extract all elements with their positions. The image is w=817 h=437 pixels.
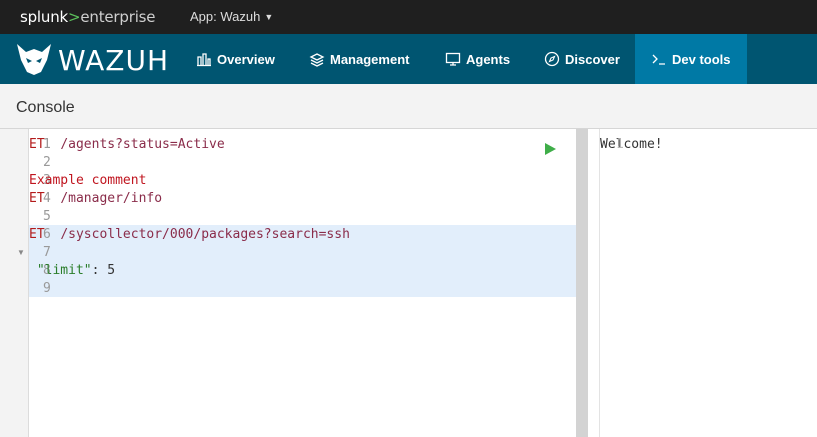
code-line[interactable]: 2 [29, 154, 576, 172]
compass-icon [544, 51, 560, 67]
nav-overview-label: Overview [217, 51, 275, 67]
nav-dev-tools[interactable]: Dev tools [635, 34, 747, 84]
fold-toggle-icon[interactable]: ▼ [17, 248, 25, 257]
code-line[interactable]: 6 ET /syscollector/000/packages?search=ss… [29, 226, 576, 244]
code-token: ET [29, 191, 45, 206]
code-line[interactable]: 5 [29, 208, 576, 226]
wolf-icon [17, 44, 51, 75]
chart-icon [197, 53, 211, 67]
line-number: 7 [43, 245, 51, 260]
monitor-icon [445, 52, 461, 66]
pane-resize-handle[interactable] [576, 129, 588, 437]
nav-management[interactable]: Management [309, 34, 409, 84]
code-line[interactable]: 9 [29, 280, 576, 298]
code-line[interactable]: 4 ET /manager/info [29, 190, 576, 208]
nav-discover-label: Discover [565, 51, 620, 67]
output-gutter [588, 129, 600, 437]
wazuh-logo[interactable]: WAZUH [14, 42, 170, 77]
logo-text: WAZUH [58, 44, 170, 77]
code-token: : 5 [91, 263, 116, 278]
app-menu-label: App: Wazuh [190, 9, 261, 24]
code-token: Example comment [29, 173, 147, 188]
nav-management-label: Management [330, 51, 410, 67]
caret-down-icon: ▼ [264, 12, 274, 22]
wazuh-navbar: WAZUH Overview Management Agents Discove… [0, 34, 817, 84]
code-token: ET [29, 137, 45, 152]
code-token: /manager/info [60, 191, 163, 206]
code-token: ET [29, 227, 45, 242]
code-text: ET /agents?status=Active [29, 136, 225, 154]
code-token: "limit" [36, 263, 92, 278]
nav-agents[interactable]: Agents [445, 34, 510, 84]
code-line[interactable]: 3 Example comment [29, 172, 576, 190]
code-text: ET /syscollector/000/packages?search=ssh [29, 226, 350, 244]
code-text: Example comment [29, 172, 146, 190]
output-text: Welcome! [600, 137, 663, 152]
code-text: "limit": 5 [29, 262, 115, 280]
code-line[interactable]: 7 [29, 244, 576, 262]
code-token: /agents?status=Active [60, 137, 225, 152]
console-editor[interactable]: 1 ET /agents?status=Active 2 3 Example comme… [28, 129, 576, 437]
terminal-icon [652, 54, 665, 65]
code-text: ET /manager/info [29, 190, 162, 208]
stack-icon [309, 53, 325, 67]
code-token: /syscollector/000/packages?search=ssh [60, 227, 350, 242]
splunk-enterprise-logo[interactable]: splunk>enterprise [20, 8, 156, 26]
line-number: 9 [43, 281, 51, 296]
page-title: Console [16, 99, 75, 116]
code-line[interactable]: 1 ET /agents?status=Active [29, 136, 576, 154]
code-line[interactable]: 8 "limit": 5 [29, 262, 576, 280]
splunk-topbar: splunk>enterprise App: Wazuh ▼ [0, 0, 817, 34]
nav-agents-label: Agents [466, 51, 511, 67]
nav-discover[interactable]: Discover [544, 34, 620, 84]
app-menu[interactable]: App: Wazuh ▼ [190, 9, 273, 24]
nav-dev-tools-label: Dev tools [672, 51, 731, 67]
output-line-number: 1 [616, 137, 624, 152]
line-number: 2 [43, 155, 51, 170]
console-output[interactable]: Welcome! 1 [600, 129, 817, 437]
line-number: 5 [43, 209, 51, 224]
nav-overview[interactable]: Overview [196, 34, 275, 84]
